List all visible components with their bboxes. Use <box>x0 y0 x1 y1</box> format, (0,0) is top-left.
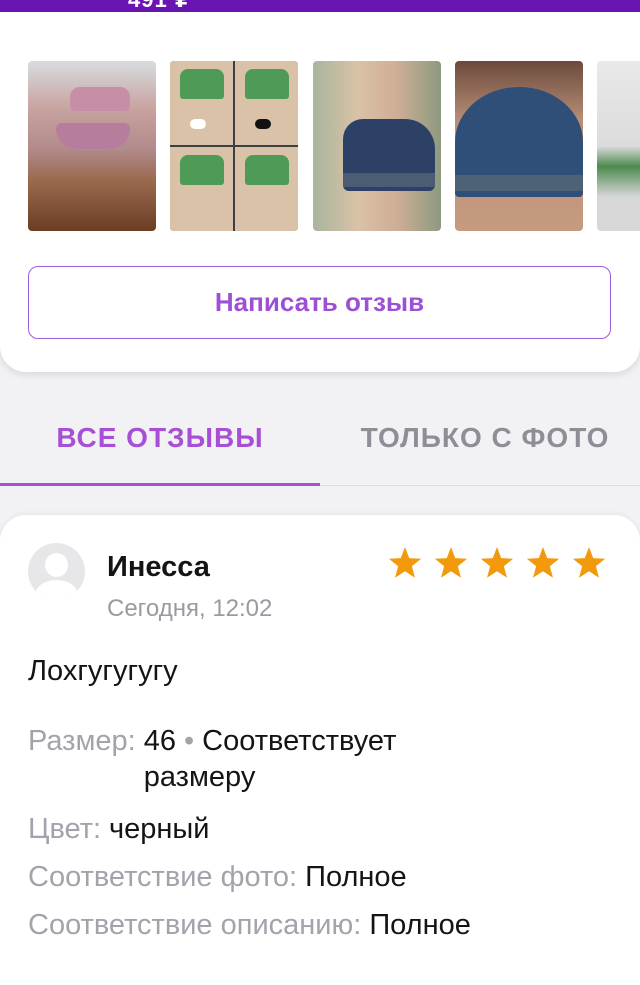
star-icon <box>388 547 422 578</box>
review-text: Лохгугугугу <box>28 655 178 687</box>
size-value: 46 <box>143 725 176 757</box>
tab-all-reviews[interactable]: ВСЕ ОТЗЫВЫ <box>0 390 320 486</box>
photo-thumbnail-5[interactable] <box>597 61 640 231</box>
top-price-bar: 491 ₽ <box>0 0 640 12</box>
star-icon <box>480 547 514 578</box>
rating-stars <box>388 547 606 581</box>
star-icon <box>526 547 560 578</box>
separator-dot: • <box>184 725 195 757</box>
star-icon <box>434 547 468 578</box>
size-label: Размер: <box>28 725 136 757</box>
photo-match-label: Соответствие фото: <box>28 861 298 893</box>
size-value-text: 46 • Соответствует размеру <box>136 723 498 795</box>
color-row: Цвет: черный <box>28 811 209 847</box>
review-photos-card: Написать отзыв <box>0 12 640 372</box>
product-price: 491 ₽ <box>128 0 191 12</box>
review-author: Инесса <box>107 551 210 583</box>
photo-match-row: Соответствие фото: Полное <box>28 859 407 895</box>
description-match-label: Соответствие описанию: <box>28 909 362 941</box>
color-value: черный <box>109 813 210 845</box>
avatar <box>28 543 85 600</box>
review-card: Инесса Сегодня, 12:02 Лохгугугугу Размер… <box>0 515 640 985</box>
active-tab-indicator <box>0 483 320 486</box>
tab-photo-only[interactable]: ТОЛЬКО С ФОТО <box>330 390 640 486</box>
photo-thumbnail-4[interactable] <box>455 61 583 231</box>
description-match-row: Соответствие описанию: Полное <box>28 907 471 943</box>
photo-thumbnail-1[interactable] <box>28 61 156 231</box>
photo-thumbnail-3[interactable] <box>313 61 441 231</box>
color-label: Цвет: <box>28 813 102 845</box>
write-review-button[interactable]: Написать отзыв <box>28 266 611 339</box>
photo-thumbnail-2[interactable] <box>170 61 298 231</box>
star-icon <box>572 547 606 578</box>
size-row: Размер: 46 • Соответствует размеру <box>28 723 498 795</box>
photo-match-value: Полное <box>305 861 407 893</box>
description-match-value: Полное <box>369 909 471 941</box>
review-date: Сегодня, 12:02 <box>107 595 273 622</box>
